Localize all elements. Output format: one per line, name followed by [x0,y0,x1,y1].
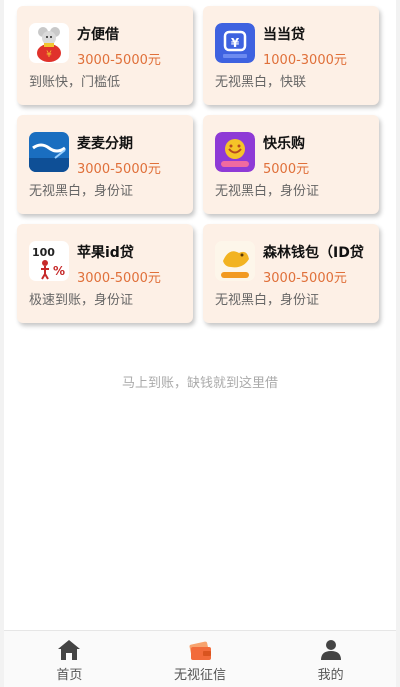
mouse-moneybag-icon: ¥ [29,23,69,63]
product-amount: 5000元 [263,162,310,177]
product-card[interactable]: 快乐购 5000元 无视黑白，身份证 [203,115,379,214]
product-amount: 3000-5000元 [77,53,161,68]
product-desc: 无视黑白，身份证 [29,184,134,199]
page: ¥ 方便借 3000-5000元 到账快，门槛低 ¥ 当当贷 1000-3000… [4,0,396,687]
product-amount: 1000-3000元 [263,53,347,68]
product-card[interactable]: ¥ 方便借 3000-5000元 到账快，门槛低 [17,6,193,105]
user-icon [320,640,341,660]
purple-star-icon [215,132,255,172]
golden-bird-icon [215,241,255,281]
wallet-icon [189,641,211,660]
product-amount: 3000-5000元 [77,162,161,177]
product-desc: 无视黑白，快联 [215,75,307,90]
svg-text:100: 100 [32,246,55,259]
tab-label: 首页 [56,668,83,683]
svg-text:¥: ¥ [46,50,52,60]
blue-dai-icon: ¥ [215,23,255,63]
tab-profile[interactable]: 我的 [265,631,396,687]
product-card[interactable]: 100 % 苹果id贷 3000-5000元 极速到账，身份证 [17,224,193,323]
product-name: 森林钱包（ID贷 [263,245,364,261]
svg-text:¥: ¥ [231,36,240,50]
product-card[interactable]: 森林钱包（ID贷 3000-5000元 无视黑白，身份证 [203,224,379,323]
tab-label: 无视征信 [174,668,227,683]
product-desc: 极速到账，身份证 [29,293,134,308]
product-name: 快乐购 [263,136,305,152]
product-name: 方便借 [77,27,119,43]
tab-credit[interactable]: 无视征信 [135,631,266,687]
product-desc: 无视黑白，身份证 [215,293,320,308]
svg-text:%: % [53,264,65,278]
tagline-text: 马上到账，缺钱就到这里借 [121,376,278,391]
product-grid: ¥ 方便借 3000-5000元 到账快，门槛低 ¥ 当当贷 1000-3000… [17,6,387,323]
product-desc: 无视黑白，身份证 [215,184,320,199]
product-name: 当当贷 [263,27,305,43]
product-card[interactable]: ¥ 当当贷 1000-3000元 无视黑白，快联 [203,6,379,105]
product-amount: 3000-5000元 [77,271,161,286]
hundred-percent-icon: 100 % [29,241,69,281]
product-name: 苹果id贷 [77,245,134,261]
home-icon [58,640,81,660]
tab-home[interactable]: 首页 [4,631,135,687]
product-card[interactable]: 麦麦分期 3000-5000元 无视黑白，身份证 [17,115,193,214]
product-desc: 到账快，门槛低 [29,75,121,90]
product-amount: 3000-5000元 [263,271,347,286]
tab-label: 我的 [317,668,344,683]
product-name: 麦麦分期 [77,136,133,152]
bottom-tab-bar: 首页 无视征信 我的 [4,630,396,687]
haidai-logo-icon [29,132,69,172]
